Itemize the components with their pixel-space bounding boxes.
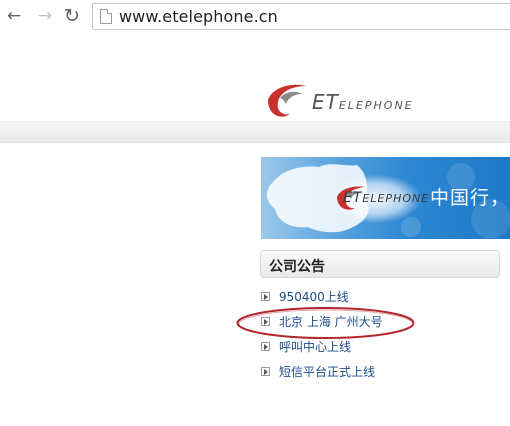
bullet-arrow-icon	[261, 367, 270, 376]
address-bar[interactable]: www.etelephone.cn	[92, 3, 510, 30]
notice-link[interactable]: 950400上线	[279, 288, 349, 305]
reload-icon[interactable]: ↻	[62, 6, 82, 26]
page-icon	[100, 9, 112, 24]
logo-wordmark: ETELEPHONE	[312, 90, 414, 114]
bullet-arrow-icon	[261, 292, 270, 301]
banner-slogan: 中国行，	[430, 187, 510, 209]
notice-link[interactable]: 短信平台正式上线	[279, 363, 375, 380]
promo-banner[interactable]: ETELEPHONE 中国行，	[261, 157, 510, 239]
list-item[interactable]: 呼叫中心上线	[261, 338, 501, 363]
arrow-left-icon[interactable]: ←	[4, 6, 24, 26]
url-text[interactable]: www.etelephone.cn	[119, 7, 278, 26]
notice-section-title: 公司公告	[269, 259, 325, 275]
list-item[interactable]: 短信平台正式上线	[261, 363, 501, 388]
site-logo[interactable]: ETELEPHONE	[262, 78, 432, 124]
logo-swoosh-icon	[268, 84, 306, 117]
notice-section-header: 公司公告	[260, 250, 500, 278]
banner-logo-wordmark: ETELEPHONE	[343, 190, 430, 206]
highlight-ellipse	[236, 307, 415, 339]
arrow-right-icon[interactable]: →	[35, 6, 55, 26]
header-divider-band	[0, 121, 510, 143]
browser-toolbar: ← → ↻ www.etelephone.cn	[0, 0, 510, 34]
bullet-arrow-icon	[261, 342, 270, 351]
